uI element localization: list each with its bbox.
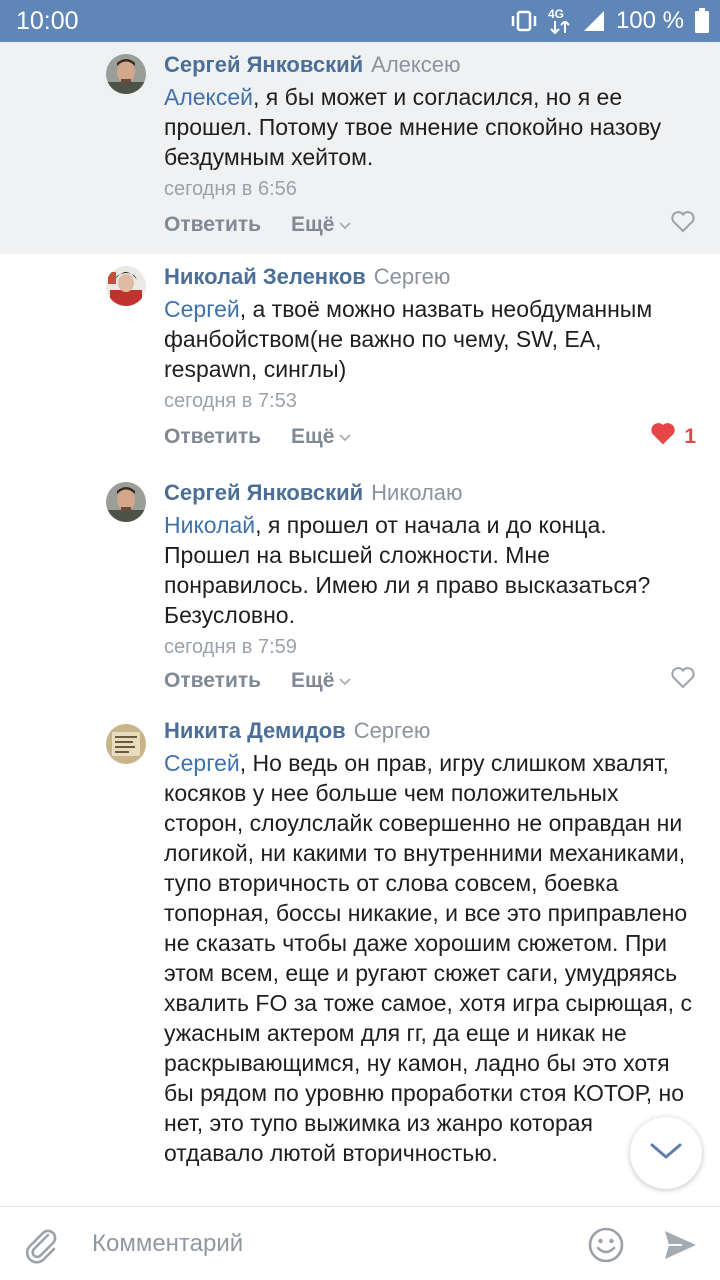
comment-header: Сергей Янковский Николаю	[164, 478, 696, 508]
comment-item: Сергей Янковский Алексею Алексей, я бы мо…	[0, 42, 720, 254]
reply-button[interactable]: Ответить	[164, 669, 261, 693]
network-icon: 4G	[548, 7, 572, 35]
comment-header: Никита Демидов Сергею	[164, 716, 696, 746]
like-button[interactable]: 1	[650, 422, 696, 452]
vibrate-icon	[510, 9, 538, 33]
status-time: 10:00	[16, 7, 79, 35]
mention-link[interactable]: Алексей	[164, 84, 253, 110]
like-button[interactable]	[670, 666, 696, 696]
status-bar: 10:00 4G 100 %	[0, 0, 720, 42]
comment-text: Сергей, Но ведь он прав, игру слишком хв…	[164, 748, 696, 1168]
mention-link[interactable]: Сергей	[164, 750, 240, 776]
chevron-down-icon	[338, 425, 352, 449]
comment-header: Николай Зеленков Сергею	[164, 262, 696, 292]
author-name[interactable]: Сергей Янковский	[164, 52, 363, 77]
author-name[interactable]: Никита Демидов	[164, 718, 346, 743]
mention-link[interactable]: Николай	[164, 512, 255, 538]
smiley-icon[interactable]	[586, 1225, 626, 1270]
chevron-down-icon	[649, 1141, 683, 1166]
heart-icon	[670, 210, 696, 240]
comment-actions: Ответить Ещё	[164, 666, 696, 696]
like-count: 1	[684, 425, 696, 448]
avatar[interactable]	[106, 54, 146, 94]
comment-actions: Ответить Ещё	[164, 210, 696, 240]
comment-header: Сергей Янковский Алексею	[164, 50, 696, 80]
avatar[interactable]	[106, 724, 146, 764]
comment-body: , Но ведь он прав, игру слишком хвалят, …	[164, 750, 692, 1166]
reply-to[interactable]: Сергею	[374, 264, 451, 289]
reply-button[interactable]: Ответить	[164, 213, 261, 237]
more-label: Ещё	[291, 213, 335, 236]
status-indicators: 4G 100 %	[510, 6, 710, 36]
chevron-down-icon	[338, 213, 352, 237]
reply-to[interactable]: Николаю	[371, 480, 462, 505]
more-button[interactable]: Ещё	[291, 669, 352, 693]
more-button[interactable]: Ещё	[291, 213, 352, 237]
reply-to[interactable]: Алексею	[371, 52, 460, 77]
comment-text: Николай, я прошел от начала и до конца. …	[164, 510, 696, 630]
network-type: 4G	[547, 7, 564, 21]
battery-percent: 100 %	[615, 7, 684, 34]
scroll-down-button[interactable]	[630, 1117, 702, 1189]
avatar[interactable]	[106, 482, 146, 522]
chevron-down-icon	[338, 669, 352, 693]
comment-text: Сергей, а твоё можно назвать необдуманны…	[164, 294, 696, 384]
heart-icon	[670, 666, 696, 696]
comment-input[interactable]	[92, 1227, 552, 1261]
heart-icon	[650, 422, 676, 452]
comment-time: сегодня в 7:53	[164, 390, 297, 412]
battery-icon	[694, 8, 710, 34]
author-name[interactable]: Николай Зеленков	[164, 264, 366, 289]
comments-feed[interactable]: Сергей Янковский Алексею Алексей, я бы мо…	[0, 42, 720, 1206]
avatar[interactable]	[106, 266, 146, 306]
more-button[interactable]: Ещё	[291, 425, 352, 449]
comment-time: сегодня в 6:56	[164, 178, 297, 200]
signal-icon	[582, 9, 606, 33]
mention-link[interactable]: Сергей	[164, 296, 240, 322]
comment-actions: Ответить Ещё 1	[164, 422, 696, 452]
author-name[interactable]: Сергей Янковский	[164, 480, 363, 505]
reply-button[interactable]: Ответить	[164, 425, 261, 449]
comment-time: сегодня в 7:59	[164, 636, 297, 658]
reply-to[interactable]: Сергею	[354, 718, 431, 743]
comment-item: Николай Зеленков Сергею Сергей, а твоё мо…	[0, 254, 720, 470]
send-icon[interactable]	[662, 1227, 698, 1268]
comment-text: Алексей, я бы может и согласился, но я е…	[164, 82, 696, 172]
more-label: Ещё	[291, 669, 335, 692]
paperclip-icon[interactable]	[22, 1225, 62, 1270]
comment-compose-bar	[0, 1206, 720, 1280]
more-label: Ещё	[291, 425, 335, 448]
like-button[interactable]	[670, 210, 696, 240]
comment-item: Сергей Янковский Николаю Николай, я проше…	[0, 470, 720, 710]
comment-item: Никита Демидов Сергею Сергей, Но ведь он …	[0, 710, 720, 1206]
